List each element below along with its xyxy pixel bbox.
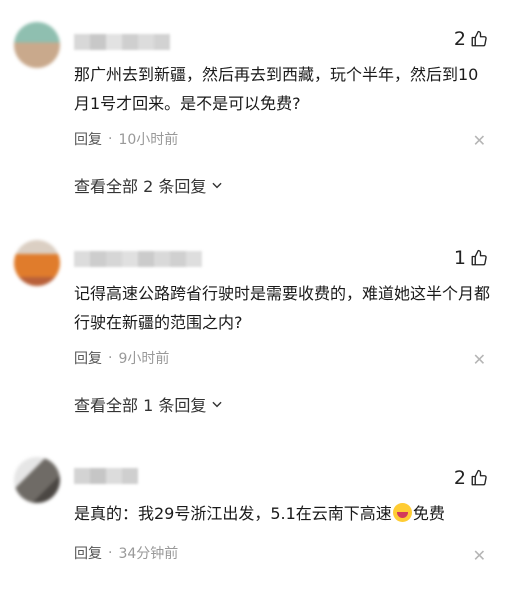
username-blurred[interactable]: [74, 251, 202, 267]
close-icon[interactable]: ✕: [473, 546, 486, 565]
thumbs-up-icon: [471, 469, 487, 486]
thumbs-up-icon: [471, 30, 487, 47]
close-icon[interactable]: ✕: [473, 350, 486, 369]
close-icon[interactable]: ✕: [473, 131, 486, 150]
comment-text: 是真的：我29号浙江出发，5.1在云南下高速 免费: [74, 499, 494, 528]
laughing-emoji-icon: [392, 503, 412, 522]
chevron-down-icon: [212, 401, 222, 408]
comment-time: 10小时前: [118, 132, 179, 148]
comment-text: 那广州去到新疆，然后再去到西藏，玩个半年，然后到10月1号才回来。是不是可以免费…: [74, 65, 479, 113]
comment-text-part: 免费: [412, 504, 445, 523]
view-replies-link[interactable]: 查看全部 2 条回复: [74, 173, 224, 197]
username-blurred[interactable]: [74, 34, 170, 50]
comment-text-part: 是真的：我29号浙江出发，5.1在云南下高速: [74, 504, 392, 523]
reply-button[interactable]: 回复: [74, 543, 102, 563]
chevron-down-icon: [212, 182, 222, 189]
reply-button[interactable]: 回复: [74, 129, 102, 149]
comment-meta: 回复 · 10小时前: [74, 129, 178, 149]
comment-time: 9小时前: [118, 351, 170, 367]
like-button[interactable]: 1: [454, 247, 488, 269]
avatar[interactable]: [14, 240, 60, 286]
comment-text: 记得高速公路跨省行驶时是需要收费的，难道她这半个月都行驶在新疆的范围之内?: [74, 284, 491, 332]
view-replies-link[interactable]: 查看全部 1 条回复: [74, 392, 224, 416]
avatar[interactable]: [14, 22, 60, 68]
view-replies-label: 查看全部 2 条回复: [74, 177, 207, 196]
like-count: 1: [453, 247, 466, 269]
comment-time: 34分钟前: [118, 546, 179, 562]
avatar[interactable]: [14, 457, 60, 503]
view-replies-label: 查看全部 1 条回复: [74, 396, 207, 415]
like-button[interactable]: 2: [454, 28, 488, 50]
reply-button[interactable]: 回复: [74, 348, 102, 368]
meta-separator: ·: [108, 350, 113, 366]
meta-separator: ·: [108, 545, 113, 561]
meta-separator: ·: [108, 131, 113, 147]
like-count: 2: [453, 28, 466, 50]
like-count: 2: [453, 467, 466, 489]
like-button[interactable]: 2: [454, 467, 488, 489]
comment-meta: 回复 · 34分钟前: [74, 543, 178, 563]
comment-meta: 回复 · 9小时前: [74, 348, 169, 368]
thumbs-up-icon: [471, 249, 487, 266]
username-blurred[interactable]: [74, 468, 138, 484]
